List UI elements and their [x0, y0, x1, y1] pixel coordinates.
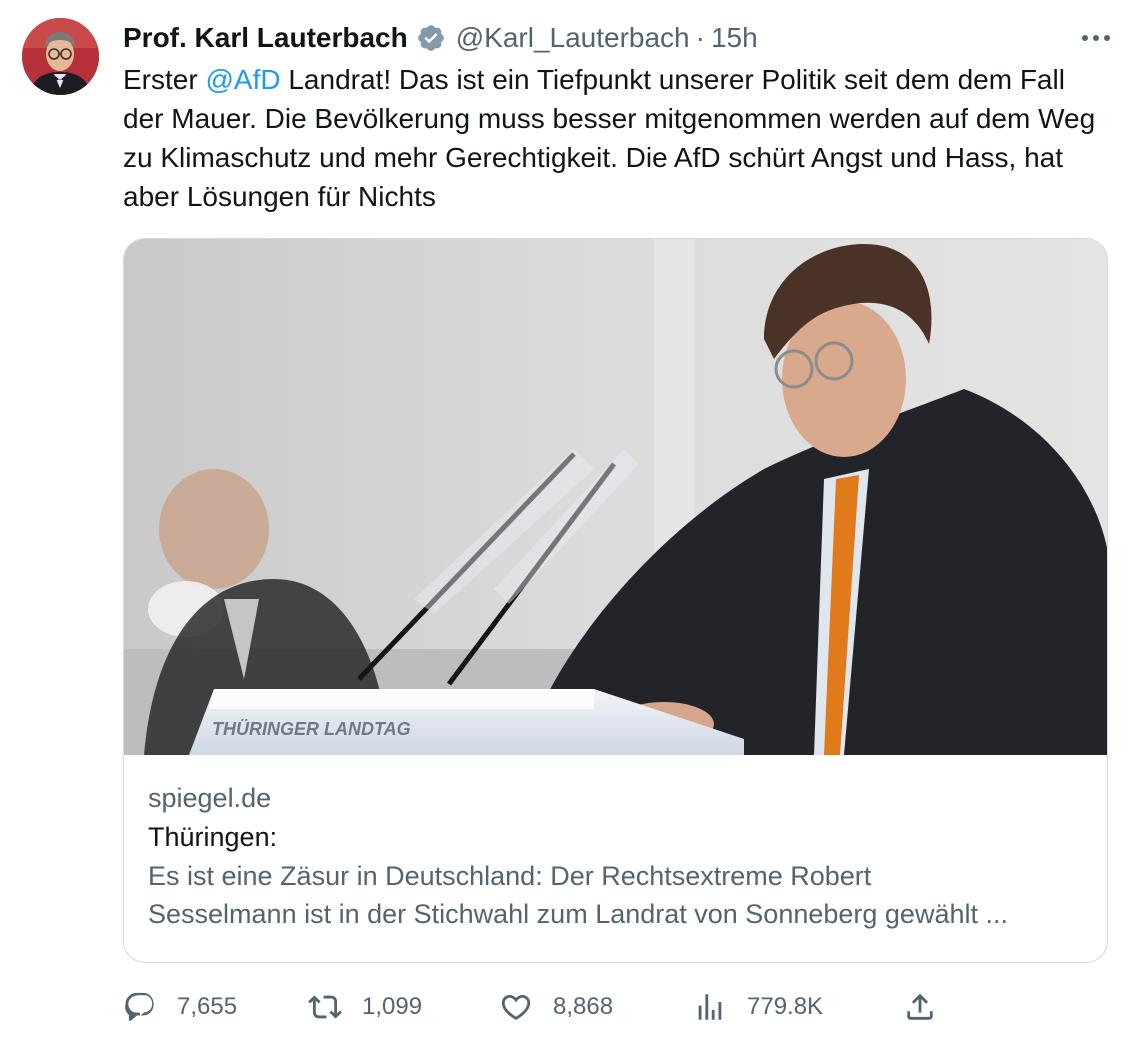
tweet-text-start: Erster [123, 64, 206, 95]
like-count: 8,868 [553, 993, 614, 1020]
card-meta: spiegel.de Thüringen: Es ist eine Zäsur … [148, 779, 1087, 933]
avatar-portrait [22, 18, 99, 95]
action-bar: 7,655 1,099 8,868 779.8K [123, 985, 943, 1029]
verified-badge-icon [416, 23, 446, 53]
retweet-count: 1,099 [362, 993, 423, 1020]
tweet: Prof. Karl Lauterbach @Karl_Lauterbach ·… [0, 0, 1134, 1048]
reply-button[interactable]: 7,655 [123, 985, 237, 1029]
tweet-header: Prof. Karl Lauterbach @Karl_Lauterbach ·… [123, 20, 1114, 56]
like-button[interactable]: 8,868 [499, 985, 613, 1029]
views-chart-icon [698, 994, 722, 1020]
reply-count: 7,655 [177, 993, 238, 1020]
retweet-icon [308, 995, 342, 1019]
views-count: 779.8K [747, 993, 824, 1020]
card-domain: spiegel.de [148, 783, 272, 813]
lectern-text: THÜRINGER LANDTAG [212, 719, 411, 739]
link-card[interactable]: THÜRINGER LANDTAG spiegel.de Thüringen: … [123, 238, 1108, 963]
share-icon [907, 993, 933, 1020]
separator-dot: · [695, 22, 705, 53]
card-title: Thüringen: [148, 822, 278, 852]
mention-link[interactable]: @AfD [205, 64, 280, 95]
timestamp[interactable]: 15h [711, 22, 758, 54]
heart-icon [501, 994, 531, 1020]
views-button[interactable]: 779.8K [693, 985, 823, 1029]
share-button[interactable] [903, 985, 937, 1029]
card-image: THÜRINGER LANDTAG [124, 239, 1107, 755]
reply-icon [125, 992, 154, 1022]
tweet-text: Erster @AfD Landrat! Das ist ein Tiefpun… [123, 60, 1113, 216]
retweet-button[interactable]: 1,099 [308, 985, 422, 1029]
author-name[interactable]: Prof. Karl Lauterbach [123, 22, 408, 54]
author-handle[interactable]: @Karl_Lauterbach [456, 22, 690, 54]
card-description-line2: Sesselmann ist in der Stichwahl zum Land… [148, 899, 1008, 929]
avatar[interactable] [22, 18, 99, 95]
card-description-line1: Es ist eine Zäsur in Deutschland: Der Re… [148, 861, 872, 891]
more-dots-icon[interactable] [1078, 22, 1114, 54]
